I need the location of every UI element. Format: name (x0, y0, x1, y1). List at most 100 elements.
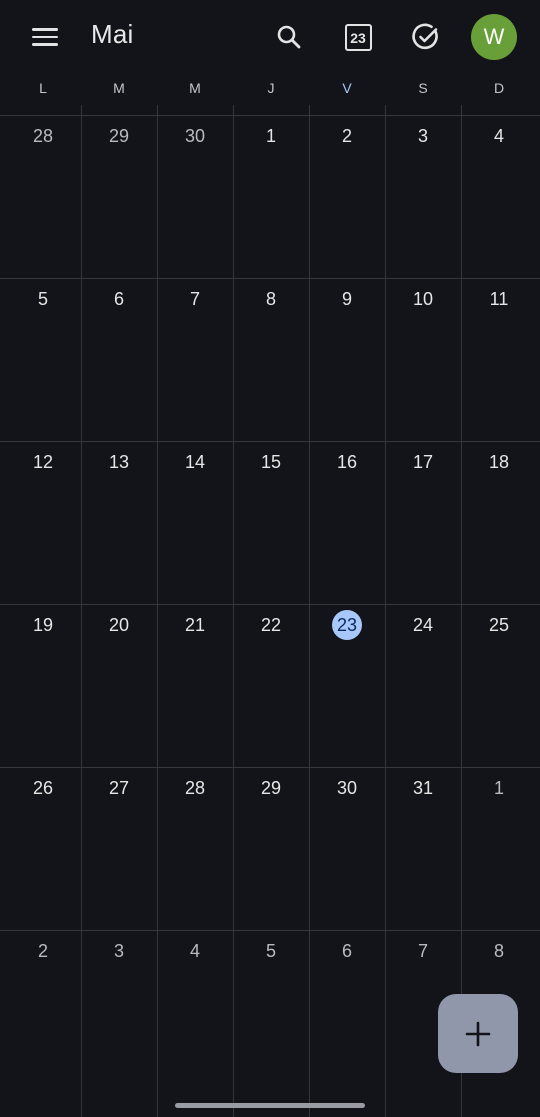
weekday-label: D (493, 80, 505, 96)
day-number: 23 (332, 610, 362, 640)
day-cell[interactable]: 27 (81, 773, 157, 930)
day-cell[interactable]: 18 (461, 447, 537, 604)
day-cell[interactable]: 11 (461, 284, 537, 441)
day-cell[interactable]: 2 (309, 121, 385, 278)
day-cell[interactable]: 1 (233, 121, 309, 278)
weekday-label: J (267, 80, 275, 96)
day-number: 18 (488, 452, 510, 472)
day-cell[interactable]: 30 (309, 773, 385, 930)
day-cell[interactable]: 5 (5, 284, 81, 441)
day-cell[interactable]: 14 (157, 447, 233, 604)
day-cell[interactable]: 13 (81, 447, 157, 604)
day-cell-today[interactable]: 23 (309, 610, 385, 767)
day-number: 16 (336, 452, 358, 472)
day-cell[interactable]: 30 (157, 121, 233, 278)
check-circle-icon[interactable] (405, 16, 447, 58)
day-cell[interactable]: 29 (233, 773, 309, 930)
day-cell[interactable]: 6 (81, 284, 157, 441)
weekday-label: M (189, 80, 201, 96)
create-event-button[interactable] (438, 994, 518, 1073)
day-number: 15 (260, 452, 282, 472)
day-cell[interactable]: 21 (157, 610, 233, 767)
day-number: 30 (336, 778, 358, 798)
plus-icon (465, 1021, 491, 1046)
day-number: 8 (493, 941, 504, 961)
day-cell[interactable]: 5 (233, 936, 309, 1093)
day-cell[interactable]: 17 (385, 447, 461, 604)
day-number: 10 (412, 289, 434, 309)
day-cell[interactable]: 2 (5, 936, 81, 1093)
day-number: 29 (108, 126, 130, 146)
day-cell[interactable]: 19 (5, 610, 81, 767)
day-cell[interactable]: 29 (81, 121, 157, 278)
weekday-label: M (113, 80, 125, 96)
weekday-label: L (39, 80, 47, 96)
day-cell[interactable]: 4 (157, 936, 233, 1093)
day-cell[interactable]: 9 (309, 284, 385, 441)
today-date-label: 23 (350, 30, 366, 46)
day-cell[interactable]: 26 (5, 773, 81, 930)
day-cell[interactable]: 1 (461, 773, 537, 930)
day-cell[interactable]: 24 (385, 610, 461, 767)
hamburger-menu-icon[interactable] (26, 20, 64, 54)
calendar-today-icon: 23 (344, 23, 372, 51)
day-cell[interactable]: 6 (309, 936, 385, 1093)
day-number: 7 (189, 289, 200, 309)
weekday-label: V (342, 80, 352, 96)
day-cell[interactable]: 20 (81, 610, 157, 767)
top-app-bar: Mai 23 W (0, 0, 540, 76)
search-icon[interactable] (268, 16, 310, 58)
day-number: 28 (32, 126, 54, 146)
day-number: 24 (412, 615, 434, 635)
go-to-today-button[interactable]: 23 (337, 16, 379, 58)
day-number: 2 (37, 941, 48, 961)
day-cell[interactable]: 31 (385, 773, 461, 930)
day-number: 26 (32, 778, 54, 798)
day-cell[interactable]: 10 (385, 284, 461, 441)
day-number: 29 (260, 778, 282, 798)
month-grid: 28 29 30 1 2 3 4 5 6 7 8 9 10 11 12 13 14 15 16 17 18 19 20 21 2… (0, 105, 540, 1117)
day-cell[interactable]: 22 (233, 610, 309, 767)
day-number: 6 (341, 941, 352, 961)
day-cell[interactable]: 12 (5, 447, 81, 604)
day-cell[interactable]: 7 (157, 284, 233, 441)
day-number: 13 (108, 452, 130, 472)
day-number: 27 (108, 778, 130, 798)
day-number: 2 (341, 126, 352, 146)
day-number: 20 (108, 615, 130, 635)
day-number: 5 (37, 289, 48, 309)
day-number: 11 (489, 289, 509, 309)
gesture-navigation-bar[interactable] (175, 1103, 365, 1108)
day-number: 19 (32, 615, 54, 635)
day-number: 3 (113, 941, 124, 961)
day-cell[interactable]: 3 (81, 936, 157, 1093)
weekday-label: S (418, 80, 428, 96)
day-number: 1 (265, 126, 276, 146)
day-cell[interactable]: 8 (233, 284, 309, 441)
day-number: 3 (417, 126, 428, 146)
day-cell[interactable]: 28 (157, 773, 233, 930)
calendar-app: Mai 23 W LMMJVSD 28 29 30 1 2 3 4 5 6 7 8 9 10 11 12 13… (0, 0, 540, 1117)
day-number: 7 (417, 941, 428, 961)
avatar-letter: W (483, 24, 505, 49)
day-number: 25 (488, 615, 510, 635)
day-number: 30 (184, 126, 206, 146)
day-number: 21 (184, 615, 206, 635)
day-number: 22 (260, 615, 282, 635)
day-cell[interactable]: 16 (309, 447, 385, 604)
month-title[interactable]: Mai (91, 19, 134, 50)
day-cell[interactable]: 4 (461, 121, 537, 278)
day-number: 1 (493, 778, 504, 798)
day-number: 4 (189, 941, 200, 961)
day-number: 9 (341, 289, 352, 309)
weekday-header: LMMJVSD (0, 80, 540, 106)
account-avatar[interactable]: W (471, 14, 517, 60)
day-number: 4 (493, 126, 504, 146)
day-number: 17 (412, 452, 434, 472)
day-cell[interactable]: 25 (461, 610, 537, 767)
day-number: 8 (265, 289, 276, 309)
day-cell[interactable]: 15 (233, 447, 309, 604)
day-cell[interactable]: 28 (5, 121, 81, 278)
day-number: 31 (412, 778, 434, 798)
day-cell[interactable]: 3 (385, 121, 461, 278)
